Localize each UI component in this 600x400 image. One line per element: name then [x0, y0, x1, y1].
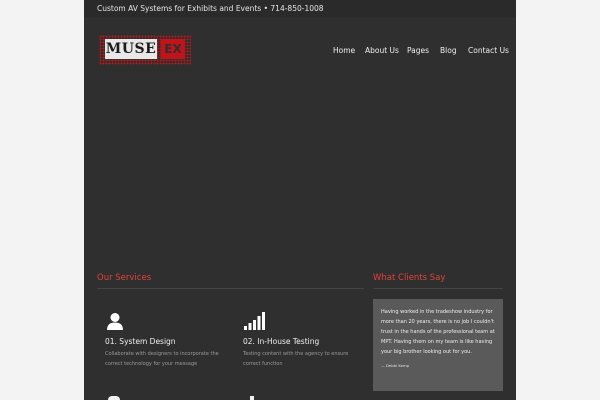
testimonial-quote: Having worked in the tradeshow industry … — [381, 309, 495, 355]
logo-wordmark: MUSE — [105, 39, 157, 59]
partial-icon-left — [108, 396, 120, 400]
services-divider — [97, 288, 364, 289]
site-logo[interactable]: MUSE EX — [99, 35, 191, 65]
top-bar-contact: Custom AV Systems for Exhibits and Event… — [97, 4, 324, 13]
signal-bars-icon — [244, 312, 265, 330]
page-wrapper: Custom AV Systems for Exhibits and Event… — [84, 0, 516, 400]
user-icon — [107, 313, 123, 330]
nav-item-blog[interactable]: Blog — [440, 46, 457, 55]
testimonial-card: Having worked in the tradeshow industry … — [373, 299, 503, 391]
service-2-text: Testing content with the agency to ensur… — [243, 351, 349, 367]
testimonial-author: — Debbi Kemp — [381, 363, 410, 368]
nav-item-contact-us[interactable]: Contact Us — [468, 46, 509, 55]
services-title: Our Services — [97, 273, 152, 283]
nav-item-home[interactable]: Home — [333, 46, 355, 55]
service-2-title: 02. In-House Testing — [243, 337, 320, 346]
logo-mark: EX — [161, 39, 185, 59]
nav-item-about-us[interactable]: About Us — [365, 46, 399, 55]
partial-icon-right — [250, 396, 254, 400]
testimonials-divider — [373, 288, 503, 289]
nav-item-pages[interactable]: Pages — [407, 46, 429, 55]
service-1-title: 01. System Design — [105, 337, 176, 346]
top-bar: Custom AV Systems for Exhibits and Event… — [84, 0, 516, 17]
service-1-text: Collaborate with designers to incorporat… — [105, 351, 219, 367]
testimonials-title: What Clients Say — [373, 273, 446, 283]
